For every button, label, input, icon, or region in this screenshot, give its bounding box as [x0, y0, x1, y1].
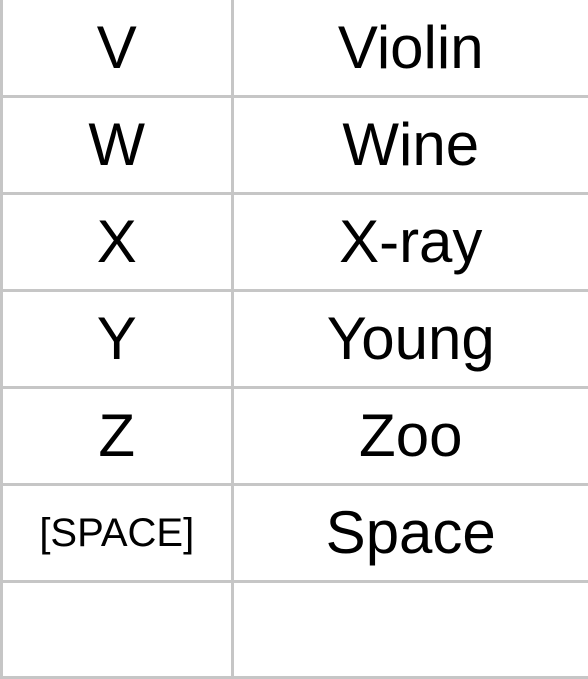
word-cell: Space — [232, 483, 588, 582]
word-cell: Wine — [232, 95, 588, 194]
letter-cell: W — [3, 95, 234, 194]
word-cell: Young — [232, 289, 588, 388]
letter-cell: V — [3, 0, 234, 97]
table-row: W Wine — [3, 95, 588, 194]
letter-cell: X — [3, 192, 234, 291]
word-cell: Violin — [337, 13, 484, 81]
table-row: V Violin — [3, 0, 588, 97]
letter-cell: Z — [3, 386, 234, 485]
table-row: [SPACE] Space — [3, 483, 588, 582]
table-row: Y Young — [3, 289, 588, 388]
letter-cell: [SPACE] — [3, 483, 234, 582]
alphabet-table-container: V Violin W Wine X X-ray Y Young Z Zoo [S… — [0, 0, 588, 679]
word-cell — [232, 580, 588, 678]
phonetic-alphabet-table: V Violin W Wine X X-ray Y Young Z Zoo [S… — [3, 0, 588, 678]
letter-cell: Y — [3, 289, 234, 388]
word-cell: X-ray — [232, 192, 588, 291]
table-row-empty — [3, 580, 588, 678]
word-cell: Zoo — [232, 386, 588, 485]
letter-cell — [3, 580, 234, 678]
table-row: X X-ray — [3, 192, 588, 291]
table-row: Z Zoo — [3, 386, 588, 485]
